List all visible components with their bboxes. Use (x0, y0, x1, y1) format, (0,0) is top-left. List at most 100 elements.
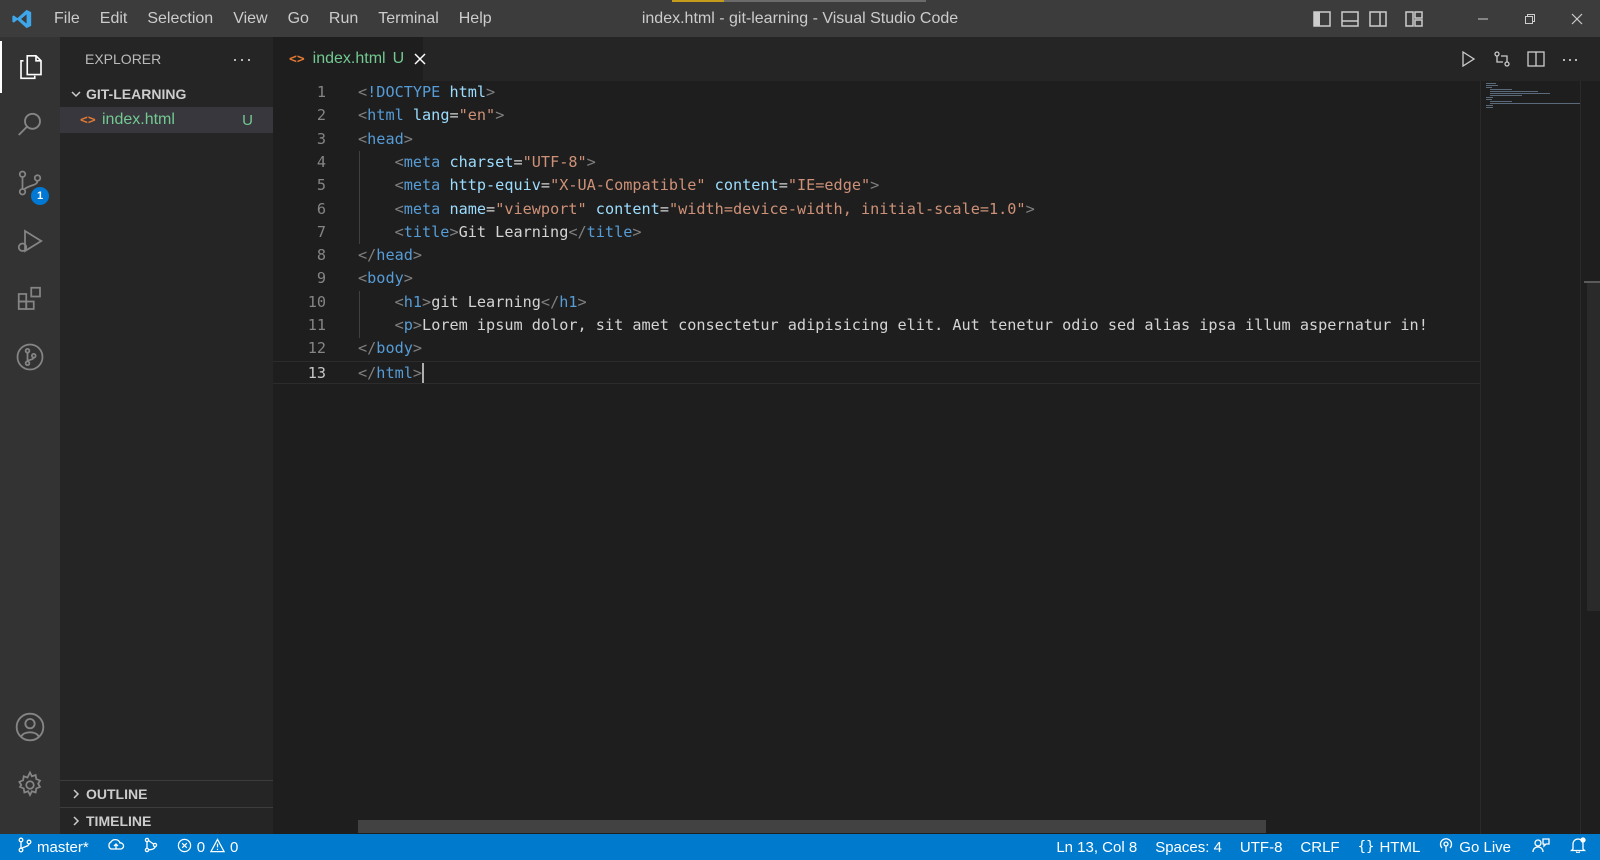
code-line[interactable]: 12 </body> (273, 337, 1480, 360)
customize-layout-icon[interactable] (1404, 9, 1424, 29)
error-count: 0 (196, 838, 206, 856)
menu-selection[interactable]: Selection (137, 0, 223, 37)
code-line[interactable]: 3 <head> (273, 128, 1480, 151)
code-text: <head> (358, 128, 413, 151)
file-item-index-html[interactable]: <> index.html U (60, 107, 273, 133)
timeline-section-header[interactable]: TIMELINE (60, 807, 273, 834)
split-editor-icon[interactable] (1526, 49, 1546, 69)
line-number: 4 (316, 152, 326, 171)
code-token: > (632, 222, 642, 241)
outline-section-header[interactable]: OUTLINE (60, 780, 273, 807)
run-debug-icon[interactable] (0, 215, 60, 267)
git-graph-icon[interactable] (0, 331, 60, 383)
minimap[interactable] (1480, 81, 1580, 834)
code-line[interactable]: 9 <body> (273, 267, 1480, 290)
code-text: <!DOCTYPE html> (358, 81, 495, 104)
files-icon[interactable] (0, 41, 60, 93)
menu-edit[interactable]: Edit (90, 0, 138, 37)
language-mode[interactable]: {} HTML (1349, 834, 1430, 860)
minimize-icon[interactable] (1459, 0, 1506, 37)
explorer-more-actions-icon[interactable]: ··· (232, 49, 253, 70)
toggle-panel-icon[interactable] (1340, 9, 1360, 29)
bell-icon (1569, 837, 1587, 857)
code-line[interactable]: 2 <html lang="en"> (273, 104, 1480, 127)
code-token: "UTF-8" (522, 152, 587, 171)
file-git-status: U (242, 111, 253, 129)
code-token: h1 (559, 292, 578, 311)
encoding[interactable]: UTF-8 (1231, 834, 1292, 860)
line-number: 2 (316, 106, 326, 125)
search-icon[interactable] (0, 99, 60, 151)
menu-go[interactable]: Go (278, 0, 319, 37)
code-token: > (449, 222, 459, 241)
code-token: = (540, 176, 551, 195)
toggle-secondary-sidebar-icon[interactable] (1368, 9, 1388, 29)
cursor-position[interactable]: Ln 13, Col 8 (1047, 834, 1146, 860)
outline-label: OUTLINE (86, 786, 148, 802)
extensions-icon[interactable] (0, 273, 60, 325)
chevron-down-icon (66, 88, 86, 100)
code-line[interactable]: 8 </head> (273, 244, 1480, 267)
feedback-button[interactable] (1520, 834, 1562, 860)
vertical-scrollbar[interactable] (1580, 81, 1600, 834)
code-token: html (376, 363, 413, 382)
code-line[interactable]: 5 <meta http-equiv="X-UA-Compatible" con… (273, 174, 1480, 197)
code-line[interactable]: 7 <title>Git Learning</title> (273, 221, 1480, 244)
indent-guide (359, 151, 360, 244)
compare-changes-icon[interactable] (1492, 49, 1512, 69)
code-token: html (449, 83, 487, 101)
menu-view[interactable]: View (223, 0, 277, 37)
code-token: > (403, 269, 413, 288)
menu-terminal[interactable]: Terminal (368, 0, 448, 37)
toggle-primary-sidebar-icon[interactable] (1312, 9, 1332, 29)
code-token: < (394, 176, 404, 195)
code-editor[interactable]: 1 <!DOCTYPE html> 2 <html lang="en"> 3 <head>… (273, 81, 1600, 834)
run-icon[interactable] (1458, 49, 1478, 69)
vertical-scroll-thumb[interactable] (1587, 281, 1600, 611)
code-line[interactable]: 13 </html> (273, 360, 1480, 384)
source-control-icon[interactable]: 1 (0, 157, 60, 209)
code-line[interactable]: 10 <h1>git Learning</h1> (273, 291, 1480, 314)
live-share-status[interactable] (134, 834, 168, 860)
code-token: </ (540, 292, 560, 311)
line-number: 10 (307, 292, 326, 311)
code-token: meta (403, 176, 441, 195)
code-text: <meta charset="UTF-8"> (358, 151, 596, 174)
go-live-button[interactable]: Go Live (1429, 834, 1520, 860)
sync-status[interactable] (98, 834, 134, 860)
code-line[interactable]: 1 <!DOCTYPE html> (273, 81, 1480, 104)
horizontal-scrollbar[interactable] (358, 820, 1266, 833)
menu-help[interactable]: Help (449, 0, 502, 37)
code-line[interactable]: 6 <meta name="viewport" content="width=d… (273, 198, 1480, 221)
branch-status[interactable]: master* (0, 834, 98, 860)
notifications-button[interactable] (1562, 834, 1600, 860)
code-text: <h1>git Learning</h1> (358, 291, 587, 314)
timeline-label: TIMELINE (86, 813, 152, 829)
close-icon[interactable] (414, 51, 426, 67)
problems-status[interactable]: 0 0 (168, 834, 248, 860)
code-line[interactable]: 4 <meta charset="UTF-8"> (273, 151, 1480, 174)
end-of-line[interactable]: CRLF (1291, 834, 1348, 860)
account-icon[interactable] (0, 701, 60, 753)
code-token: > (412, 246, 423, 265)
code-text: <meta name="viewport" content="width=dev… (358, 198, 1035, 221)
folder-section-header[interactable]: GIT-LEARNING (60, 81, 273, 107)
menu-run[interactable]: Run (319, 0, 368, 37)
status-bar: master* 0 0 Ln 13, Col 8 Spaces: 4 UTF-8… (0, 834, 1600, 860)
tab-index-html[interactable]: <> index.html U (273, 37, 426, 81)
explorer-sidebar: EXPLORER ··· GIT-LEARNING <> index.html … (60, 37, 273, 834)
code-token: name (449, 199, 487, 218)
more-actions-icon[interactable]: ··· (1560, 49, 1580, 69)
code-token: Lorem ipsum dolor, sit amet consectetur … (422, 316, 1428, 334)
indentation[interactable]: Spaces: 4 (1146, 834, 1231, 860)
code-token: h1 (403, 292, 423, 311)
code-line[interactable]: 11 <p>Lorem ipsum dolor, sit amet consec… (273, 314, 1480, 337)
close-window-icon[interactable] (1553, 0, 1600, 37)
line-number: 13 (307, 363, 326, 382)
menu-file[interactable]: File (44, 0, 90, 37)
restore-icon[interactable] (1506, 0, 1553, 37)
indent-guide (359, 291, 360, 338)
settings-gear-icon[interactable] (0, 759, 60, 811)
